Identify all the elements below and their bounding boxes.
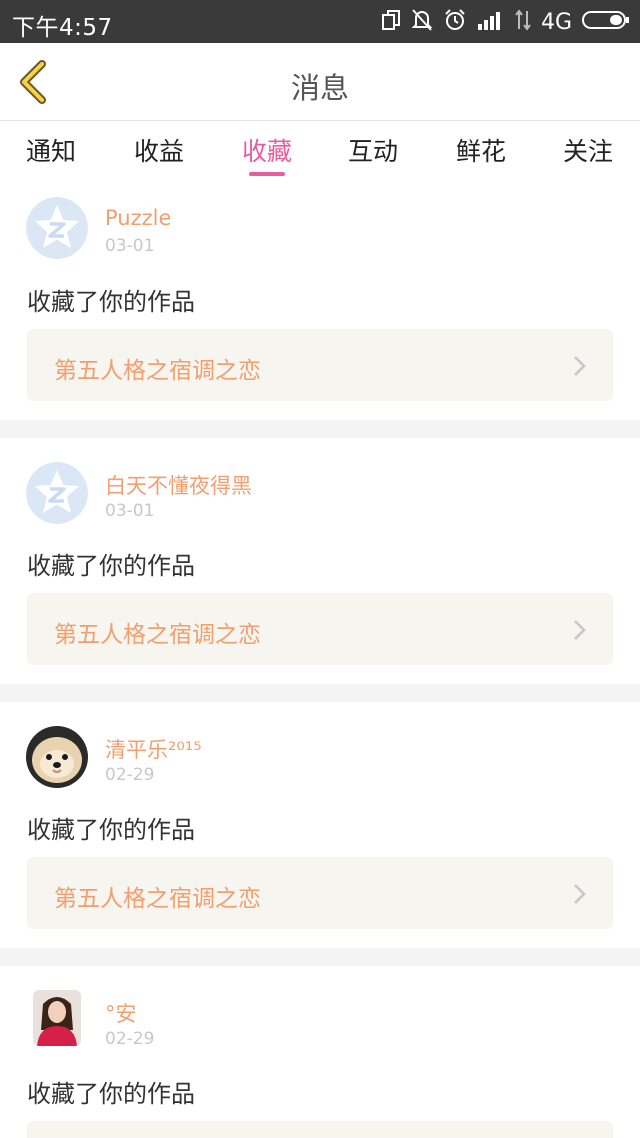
network-type: 4G	[540, 9, 572, 35]
qq-default-avatar-icon	[26, 462, 88, 524]
work-title: 第五人格之宿调之恋	[54, 622, 261, 648]
work-link[interactable]: 第五人格之宿调之恋	[27, 593, 613, 665]
username[interactable]: Puzzle	[105, 206, 171, 230]
active-tab-indicator	[249, 172, 285, 176]
battery-icon	[582, 9, 630, 35]
tab-following[interactable]: 关注	[543, 132, 633, 168]
chevron-right-icon	[574, 620, 586, 640]
bell-off-icon	[411, 8, 433, 36]
alarm-icon	[443, 8, 467, 36]
tab-favorites[interactable]: 收藏	[222, 132, 312, 168]
signal-icon	[477, 10, 505, 34]
work-link[interactable]: 第五人格之宿调之恋	[27, 857, 613, 929]
page-title: 消息	[290, 71, 349, 105]
date: 03-01	[105, 236, 155, 256]
work-title: 第五人格之宿调之恋	[54, 886, 261, 912]
work-title: 第五人格之宿调之恋	[54, 358, 261, 384]
username[interactable]: 清平乐²⁰¹⁵	[105, 734, 202, 764]
status-time: 下午4:57	[12, 15, 113, 41]
action-text: 收藏了你的作品	[27, 1080, 195, 1108]
work-link[interactable]	[27, 1121, 613, 1138]
tab-interactions[interactable]: 互动	[328, 132, 418, 168]
avatar[interactable]	[26, 197, 88, 259]
username[interactable]: °安	[105, 998, 137, 1028]
avatar[interactable]	[33, 990, 81, 1046]
list-item: °安 02-29 收藏了你的作品	[0, 966, 640, 1138]
tab-flowers[interactable]: 鲜花	[436, 132, 526, 168]
date: 02-29	[105, 1029, 155, 1049]
action-text: 收藏了你的作品	[27, 816, 195, 844]
girl-photo-avatar-icon	[33, 990, 81, 1046]
chevron-right-icon	[574, 884, 586, 904]
tab-notifications[interactable]: 通知	[6, 132, 96, 168]
status-bar: 下午4:57 4G	[0, 0, 640, 43]
work-link[interactable]: 第五人格之宿调之恋	[27, 329, 613, 401]
list-item: Puzzle 03-01 收藏了你的作品 第五人格之宿调之恋	[0, 184, 640, 420]
status-icons: 4G	[381, 9, 630, 35]
date: 03-01	[105, 501, 155, 521]
divider	[0, 948, 640, 966]
list-item: 白天不懂夜得黑 03-01 收藏了你的作品 第五人格之宿调之恋	[0, 438, 640, 684]
tab-earnings[interactable]: 收益	[114, 132, 204, 168]
avatar[interactable]	[26, 462, 88, 524]
copy-icon	[381, 9, 401, 35]
dog-photo-avatar-icon	[26, 726, 88, 788]
data-arrows-icon	[515, 9, 531, 35]
divider	[0, 420, 640, 438]
tab-bar: 通知 收益 收藏 互动 鲜花 关注	[0, 122, 640, 180]
divider	[0, 684, 640, 702]
chevron-right-icon	[574, 356, 586, 376]
date: 02-29	[105, 765, 155, 785]
qq-default-avatar-icon	[26, 197, 88, 259]
avatar[interactable]	[26, 726, 88, 788]
app-header: 消息	[0, 43, 640, 121]
action-text: 收藏了你的作品	[27, 552, 195, 580]
action-text: 收藏了你的作品	[27, 288, 195, 316]
username[interactable]: 白天不懂夜得黑	[105, 470, 252, 500]
list-item: 清平乐²⁰¹⁵ 02-29 收藏了你的作品 第五人格之宿调之恋	[0, 702, 640, 948]
